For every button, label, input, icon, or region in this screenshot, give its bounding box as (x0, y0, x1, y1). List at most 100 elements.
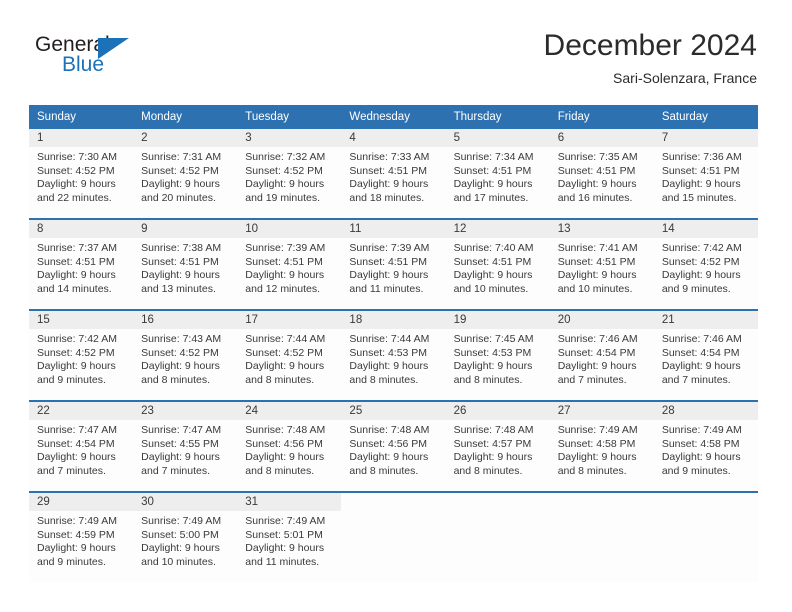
day-details: Sunrise: 7:49 AM Sunset: 4:58 PM Daylight:… (654, 420, 758, 478)
calendar-day-cell[interactable]: 14 Sunrise: 7:42 AM Sunset: 4:52 PM Dayligh… (653, 220, 758, 309)
calendar-day-cell[interactable]: 9 Sunrise: 7:38 AM Sunset: 4:51 PM Daylight… (133, 220, 238, 309)
day-details: Sunrise: 7:32 AM Sunset: 4:52 PM Daylight:… (237, 147, 341, 205)
calendar-day-cell[interactable]: 25 Sunrise: 7:48 AM Sunset: 4:56 PM Dayligh… (341, 402, 446, 491)
sunset-text: Sunset: 4:52 PM (245, 346, 323, 359)
calendar-day-cell[interactable]: 30 Sunrise: 7:49 AM Sunset: 5:00 PM Dayligh… (133, 493, 238, 582)
daylight-text-line2: and 17 minutes. (453, 191, 529, 204)
daylight-text-line1: Daylight: 9 hours (453, 269, 533, 281)
sunrise-text: Sunrise: 7:49 AM (141, 515, 222, 527)
sunset-text: Sunset: 4:52 PM (141, 346, 219, 359)
daylight-text-line2: and 12 minutes. (245, 282, 320, 295)
general-blue-logo[interactable]: General Blue (35, 33, 235, 85)
day-number: 6 (549, 129, 654, 147)
sunrise-text: Sunrise: 7:49 AM (557, 424, 638, 436)
calendar-day-cell[interactable]: 2 Sunrise: 7:31 AM Sunset: 4:52 PM Daylight… (133, 129, 238, 218)
calendar-day-cell[interactable]: 24 Sunrise: 7:48 AM Sunset: 4:56 PM Dayligh… (237, 402, 342, 491)
calendar-day-cell[interactable]: 23 Sunrise: 7:47 AM Sunset: 4:55 PM Dayligh… (133, 402, 238, 491)
daylight-text-line1: Daylight: 9 hours (141, 269, 220, 281)
sunset-text: Sunset: 4:51 PM (349, 164, 428, 177)
sunrise-text: Sunrise: 7:30 AM (37, 151, 117, 163)
day-number: 20 (549, 311, 654, 329)
calendar-day-cell[interactable]: 8 Sunrise: 7:37 AM Sunset: 4:51 PM Daylight… (29, 220, 134, 309)
day-details: Sunrise: 7:46 AM Sunset: 4:54 PM Daylight:… (550, 329, 654, 387)
day-number: 30 (133, 493, 238, 511)
daylight-text-line2: and 8 minutes. (453, 373, 523, 386)
daylight-text-line1: Daylight: 9 hours (349, 178, 429, 190)
daylight-text-line1: Daylight: 9 hours (557, 178, 637, 190)
weekday-header-monday: Monday (141, 111, 183, 123)
calendar-page: General Blue December 2024 Sari-Solenzar… (0, 0, 792, 612)
calendar-day-cell-empty (341, 493, 446, 582)
day-number: 15 (29, 311, 134, 329)
calendar-day-cell[interactable]: 21 Sunrise: 7:46 AM Sunset: 4:54 PM Dayligh… (653, 311, 758, 400)
sunset-text: Sunset: 4:58 PM (557, 437, 636, 450)
day-number: 28 (653, 402, 758, 420)
calendar-day-cell[interactable]: 16 Sunrise: 7:43 AM Sunset: 4:52 PM Dayligh… (133, 311, 238, 400)
daylight-text-line1: Daylight: 9 hours (349, 451, 429, 463)
page-header: General Blue December 2024 Sari-Solenzar… (0, 0, 792, 100)
day-number: 4 (341, 129, 446, 147)
calendar-day-cell[interactable]: 3 Sunrise: 7:32 AM Sunset: 4:52 PM Daylight… (237, 129, 342, 218)
calendar-day-cell[interactable]: 26 Sunrise: 7:48 AM Sunset: 4:57 PM Dayligh… (445, 402, 550, 491)
sunrise-text: Sunrise: 7:42 AM (37, 333, 117, 345)
sunset-text: Sunset: 4:55 PM (141, 437, 219, 450)
day-number (549, 493, 654, 511)
day-number: 8 (29, 220, 134, 238)
day-number: 2 (133, 129, 238, 147)
title-block: December 2024 Sari-Solenzara, France (544, 28, 757, 88)
sunrise-text: Sunrise: 7:32 AM (245, 151, 326, 163)
calendar-day-cell[interactable]: 29 Sunrise: 7:49 AM Sunset: 4:59 PM Dayligh… (29, 493, 134, 582)
location-subtitle: Sari-Solenzara, France (613, 70, 757, 86)
day-number (341, 493, 446, 511)
daylight-text-line2: and 9 minutes. (661, 464, 731, 477)
day-number: 23 (133, 402, 238, 420)
calendar-day-cell[interactable]: 4 Sunrise: 7:33 AM Sunset: 4:51 PM Daylight… (341, 129, 446, 218)
sunrise-text: Sunrise: 7:44 AM (349, 333, 430, 345)
sunrise-text: Sunrise: 7:36 AM (661, 151, 742, 163)
weekday-header-row: Sunday Monday Tuesday Wednesday Thursday… (29, 105, 758, 129)
daylight-text-line2: and 8 minutes. (245, 373, 315, 386)
calendar-day-cell[interactable]: 1 Sunrise: 7:30 AM Sunset: 4:52 PM Daylight… (29, 129, 134, 218)
sunrise-text: Sunrise: 7:48 AM (349, 424, 430, 436)
calendar-day-cell-empty (653, 493, 758, 582)
calendar-day-cell[interactable]: 17 Sunrise: 7:44 AM Sunset: 4:52 PM Dayligh… (237, 311, 342, 400)
calendar-day-cell[interactable]: 28 Sunrise: 7:49 AM Sunset: 4:58 PM Dayligh… (653, 402, 758, 491)
sunrise-text: Sunrise: 7:44 AM (245, 333, 326, 345)
calendar-day-cell[interactable]: 22 Sunrise: 7:47 AM Sunset: 4:54 PM Dayligh… (29, 402, 134, 491)
calendar-day-cell[interactable]: 20 Sunrise: 7:46 AM Sunset: 4:54 PM Dayligh… (549, 311, 654, 400)
day-details: Sunrise: 7:31 AM Sunset: 4:52 PM Daylight:… (133, 147, 237, 205)
calendar-day-cell[interactable]: 10 Sunrise: 7:39 AM Sunset: 4:51 PM Dayligh… (237, 220, 342, 309)
sunset-text: Sunset: 4:54 PM (37, 437, 115, 450)
day-details: Sunrise: 7:42 AM Sunset: 4:52 PM Daylight:… (29, 329, 133, 387)
daylight-text-line1: Daylight: 9 hours (141, 451, 220, 463)
daylight-text-line1: Daylight: 9 hours (557, 269, 637, 281)
day-number: 25 (341, 402, 446, 420)
calendar-day-cell[interactable]: 15 Sunrise: 7:42 AM Sunset: 4:52 PM Dayligh… (29, 311, 134, 400)
calendar-day-cell[interactable]: 27 Sunrise: 7:49 AM Sunset: 4:58 PM Dayligh… (549, 402, 654, 491)
calendar-day-cell[interactable]: 19 Sunrise: 7:45 AM Sunset: 4:53 PM Dayligh… (445, 311, 550, 400)
day-details: Sunrise: 7:48 AM Sunset: 4:56 PM Daylight:… (341, 420, 445, 478)
daylight-text-line2: and 7 minutes. (661, 373, 731, 386)
day-details: Sunrise: 7:36 AM Sunset: 4:51 PM Daylight:… (654, 147, 758, 205)
daylight-text-line1: Daylight: 9 hours (557, 360, 637, 372)
sunset-text: Sunset: 4:53 PM (453, 346, 532, 359)
sunset-text: Sunset: 4:51 PM (557, 164, 636, 177)
day-number (445, 493, 550, 511)
calendar-day-cell[interactable]: 31 Sunrise: 7:49 AM Sunset: 5:01 PM Dayligh… (237, 493, 342, 582)
weekday-header-saturday: Saturday (661, 111, 708, 123)
calendar-day-cell[interactable]: 7 Sunrise: 7:36 AM Sunset: 4:51 PM Daylight… (653, 129, 758, 218)
sunset-text: Sunset: 4:56 PM (349, 437, 428, 450)
sunrise-text: Sunrise: 7:43 AM (141, 333, 222, 345)
calendar-day-cell[interactable]: 5 Sunrise: 7:34 AM Sunset: 4:51 PM Daylight… (445, 129, 550, 218)
calendar-day-cell[interactable]: 18 Sunrise: 7:44 AM Sunset: 4:53 PM Dayligh… (341, 311, 446, 400)
day-details: Sunrise: 7:38 AM Sunset: 4:51 PM Daylight:… (133, 238, 237, 296)
calendar-day-cell[interactable]: 12 Sunrise: 7:40 AM Sunset: 4:51 PM Dayligh… (445, 220, 550, 309)
calendar-day-cell[interactable]: 6 Sunrise: 7:35 AM Sunset: 4:51 PM Daylight… (549, 129, 654, 218)
day-number: 19 (445, 311, 550, 329)
day-details: Sunrise: 7:49 AM Sunset: 5:01 PM Daylight:… (237, 511, 341, 569)
calendar-day-cell[interactable]: 11 Sunrise: 7:39 AM Sunset: 4:51 PM Dayligh… (341, 220, 446, 309)
daylight-text-line1: Daylight: 9 hours (141, 178, 220, 190)
sunset-text: Sunset: 4:51 PM (37, 255, 115, 268)
calendar-day-cell[interactable]: 13 Sunrise: 7:41 AM Sunset: 4:51 PM Dayligh… (549, 220, 654, 309)
day-number: 3 (237, 129, 342, 147)
